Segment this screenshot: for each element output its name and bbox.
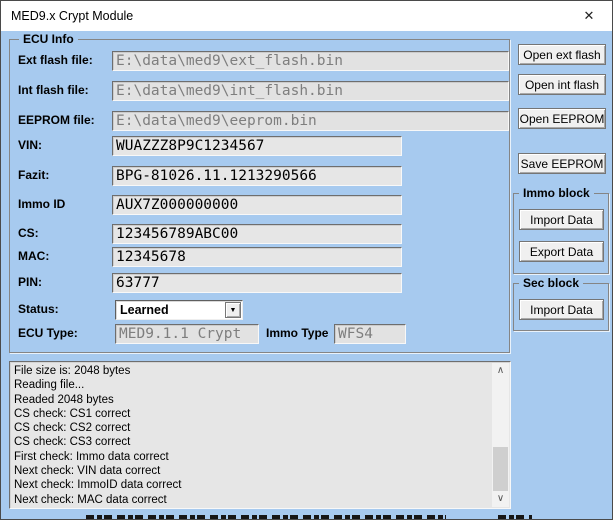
log-line: CS check: CS2 correct (14, 421, 490, 435)
scroll-up-icon[interactable]: ∧ (492, 363, 509, 379)
ecu-type-label: ECU Type: (18, 326, 78, 340)
pin-row: PIN: 63777 (10, 273, 509, 293)
log-line: CS check: CS1 correct (14, 407, 490, 421)
pin-input[interactable]: 63777 (112, 273, 402, 293)
vin-label: VIN: (18, 138, 42, 152)
app-window: MED9.x Crypt Module ✕ ECU Info Ext flash… (0, 0, 613, 520)
log-line: Readed 2048 bytes (14, 393, 490, 407)
ext-flash-file-input: E:\data\med9\ext_flash.bin (112, 51, 509, 71)
eeprom-file-row: EEPROM file: E:\data\med9\eeprom.bin (10, 111, 509, 131)
log-line: Next check: MAC data correct (14, 493, 490, 506)
log-output: File size is: 2048 bytes Reading file...… (9, 361, 511, 509)
mac-input[interactable]: 12345678 (112, 247, 402, 267)
ecu-info-group: ECU Info Ext flash file: E:\data\med9\ex… (9, 39, 510, 353)
immo-block-group-label: Immo block (519, 186, 594, 200)
immo-export-data-button[interactable]: Export Data (519, 241, 604, 262)
log-line: Next check: VIN data correct (14, 464, 490, 478)
titlebar: MED9.x Crypt Module ✕ (1, 1, 612, 31)
eeprom-file-input: E:\data\med9\eeprom.bin (112, 111, 509, 131)
window-title: MED9.x Crypt Module (11, 1, 133, 31)
int-flash-row: Int flash file: E:\data\med9\int_flash.b… (10, 81, 509, 101)
open-ext-flash-button[interactable]: Open ext flash (518, 44, 606, 65)
log-line: Next check: ImmoID data correct (14, 478, 490, 492)
immo-id-input[interactable]: AUX7Z000000000 (112, 195, 402, 215)
sec-block-group: Sec block Import Data (513, 283, 609, 331)
log-line: File size is: 2048 bytes (14, 364, 490, 378)
sec-import-data-button[interactable]: Import Data (519, 299, 604, 320)
cs-row: CS: 123456789ABC00 (10, 224, 509, 244)
int-flash-file-input: E:\data\med9\int_flash.bin (112, 81, 509, 101)
fazit-label: Fazit: (18, 168, 49, 182)
pin-label: PIN: (18, 275, 42, 289)
vin-row: VIN: WUAZZZ8P9C1234567 (10, 136, 509, 156)
mac-label: MAC: (18, 249, 49, 263)
log-scrollbar[interactable]: ∧ ∨ (492, 363, 509, 507)
immo-type-label: Immo Type (266, 326, 328, 340)
chevron-down-icon[interactable]: ▼ (225, 302, 241, 318)
close-button[interactable]: ✕ (566, 1, 612, 31)
immo-block-group: Immo block Import Data Export Data (513, 193, 609, 274)
mac-row: MAC: 12345678 (10, 247, 509, 267)
status-value: Learned (120, 302, 169, 319)
open-int-flash-button[interactable]: Open int flash (518, 74, 606, 95)
cs-input[interactable]: 123456789ABC00 (112, 224, 402, 244)
close-icon: ✕ (584, 8, 595, 23)
log-line: CS check: CS3 correct (14, 435, 490, 449)
ext-flash-label: Ext flash file: (18, 53, 93, 67)
client-area: ECU Info Ext flash file: E:\data\med9\ex… (1, 31, 612, 519)
clipped-bottom-text (498, 515, 532, 520)
log-line: First check: Immo data correct (14, 450, 490, 464)
save-eeprom-button[interactable]: Save EEPROM (518, 153, 606, 174)
ext-flash-row: Ext flash file: E:\data\med9\ext_flash.b… (10, 51, 509, 71)
immo-id-row: Immo ID AUX7Z000000000 (10, 195, 509, 215)
eeprom-file-label: EEPROM file: (18, 113, 95, 127)
fazit-input[interactable]: BPG-81026.11.1213290566 (112, 166, 402, 186)
ecu-type-input: MED9.1.1 Crypt (115, 324, 259, 344)
clipped-bottom-text (86, 515, 446, 520)
vin-input[interactable]: WUAZZZ8P9C1234567 (112, 136, 402, 156)
fazit-row: Fazit: BPG-81026.11.1213290566 (10, 166, 509, 186)
status-select[interactable]: Learned ▼ (115, 300, 243, 320)
sec-block-group-label: Sec block (519, 276, 583, 290)
immo-type-input: WFS4 (334, 324, 406, 344)
scrollbar-thumb[interactable] (493, 447, 508, 493)
log-line: Reading file... (14, 378, 490, 392)
int-flash-label: Int flash file: (18, 83, 89, 97)
scroll-down-icon[interactable]: ∨ (492, 491, 509, 507)
immo-import-data-button[interactable]: Import Data (519, 209, 604, 230)
status-row: Status: Learned ▼ (10, 300, 509, 320)
ecu-info-group-label: ECU Info (19, 32, 78, 46)
ecu-type-row: ECU Type: MED9.1.1 Crypt Immo Type WFS4 (10, 324, 509, 344)
status-label: Status: (18, 302, 59, 316)
open-eeprom-button[interactable]: Open EEPROM (518, 108, 606, 129)
log-lines: File size is: 2048 bytes Reading file...… (14, 364, 490, 506)
immo-id-label: Immo ID (18, 197, 65, 211)
cs-label: CS: (18, 226, 39, 240)
